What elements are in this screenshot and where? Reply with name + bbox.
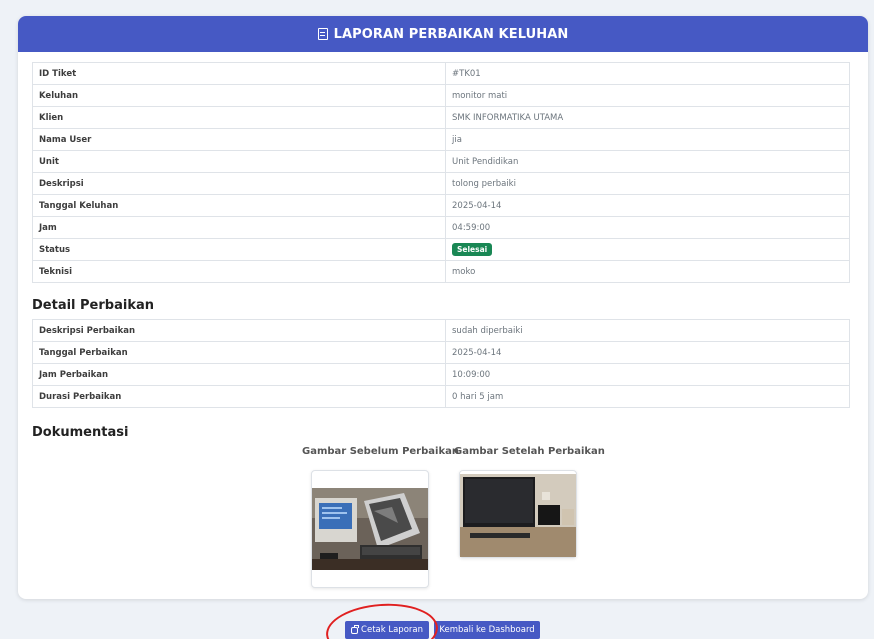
status-badge: Selesai: [452, 243, 493, 256]
row-value: 10:09:00: [445, 363, 850, 386]
row-label: Nama User: [32, 128, 446, 151]
row-label: Unit: [32, 150, 446, 173]
table-row: Durasi Perbaikan 0 hari 5 jam: [32, 385, 850, 408]
document-icon: [317, 28, 328, 40]
row-label: Deskripsi: [32, 172, 446, 195]
row-value: tolong perbaiki: [445, 172, 850, 195]
documentation-heading: Dokumentasi: [32, 425, 129, 440]
report-card: LAPORAN PERBAIKAN KELUHAN ID Tiket #TK01 …: [18, 16, 868, 599]
ticket-table: ID Tiket #TK01 Keluhan monitor mati Klien S…: [32, 62, 850, 283]
row-label: Deskripsi Perbaikan: [32, 319, 446, 342]
status-cell: Selesai: [445, 238, 850, 261]
row-label: ID Tiket: [32, 62, 446, 85]
row-label: Durasi Perbaikan: [32, 385, 446, 408]
printer-icon: [351, 624, 360, 634]
print-button-label: Cetak Laporan: [361, 625, 423, 635]
table-row: Klien SMK INFORMATIKA UTAMA: [32, 106, 850, 129]
row-label: Tanggal Keluhan: [32, 194, 446, 217]
detail-heading: Detail Perbaikan: [32, 298, 154, 313]
table-row: Tanggal Keluhan 2025-04-14: [32, 194, 850, 217]
row-value: moko: [445, 260, 850, 283]
row-value: 2025-04-14: [445, 341, 850, 364]
print-report-button[interactable]: Cetak Laporan: [345, 621, 429, 639]
table-row: Teknisi moko: [32, 260, 850, 283]
row-value: monitor mati: [445, 84, 850, 107]
row-value: 2025-04-14: [445, 194, 850, 217]
table-row: Deskripsi tolong perbaiki: [32, 172, 850, 195]
back-to-dashboard-button[interactable]: Kembali ke Dashboard: [434, 621, 540, 639]
row-value: SMK INFORMATIKA UTAMA: [445, 106, 850, 129]
row-value: 04:59:00: [445, 216, 850, 239]
row-value: #TK01: [445, 62, 850, 85]
row-label: Keluhan: [32, 84, 446, 107]
table-row: Status Selesai: [32, 238, 850, 261]
report-header: LAPORAN PERBAIKAN KELUHAN: [18, 16, 868, 52]
row-value: 0 hari 5 jam: [445, 385, 850, 408]
detail-table: Deskripsi Perbaikan sudah diperbaiki Tang…: [32, 319, 850, 408]
table-row: Jam 04:59:00: [32, 216, 850, 239]
row-label: Klien: [32, 106, 446, 129]
row-label: Tanggal Perbaikan: [32, 341, 446, 364]
before-repair-photo: [312, 488, 428, 570]
row-value: sudah diperbaiki: [445, 319, 850, 342]
table-row: Unit Unit Pendidikan: [32, 150, 850, 173]
table-row: Tanggal Perbaikan 2025-04-14: [32, 341, 850, 364]
after-image[interactable]: [459, 470, 577, 558]
row-label: Jam: [32, 216, 446, 239]
table-row: ID Tiket #TK01: [32, 62, 850, 85]
row-value: Unit Pendidikan: [445, 150, 850, 173]
row-label: Jam Perbaikan: [32, 363, 446, 386]
after-image-label: Gambar Setelah Perbaikan: [454, 446, 605, 457]
table-row: Deskripsi Perbaikan sudah diperbaiki: [32, 319, 850, 342]
after-repair-photo: [460, 474, 576, 557]
report-title: LAPORAN PERBAIKAN KELUHAN: [333, 26, 569, 42]
back-button-label: Kembali ke Dashboard: [439, 625, 535, 635]
table-row: Keluhan monitor mati: [32, 84, 850, 107]
table-row: Nama User jia: [32, 128, 850, 151]
row-label: Teknisi: [32, 260, 446, 283]
row-label: Status: [32, 238, 446, 261]
before-image-label: Gambar Sebelum Perbaikan: [302, 446, 459, 457]
row-value: jia: [445, 128, 850, 151]
before-image[interactable]: [311, 470, 429, 588]
table-row: Jam Perbaikan 10:09:00: [32, 363, 850, 386]
